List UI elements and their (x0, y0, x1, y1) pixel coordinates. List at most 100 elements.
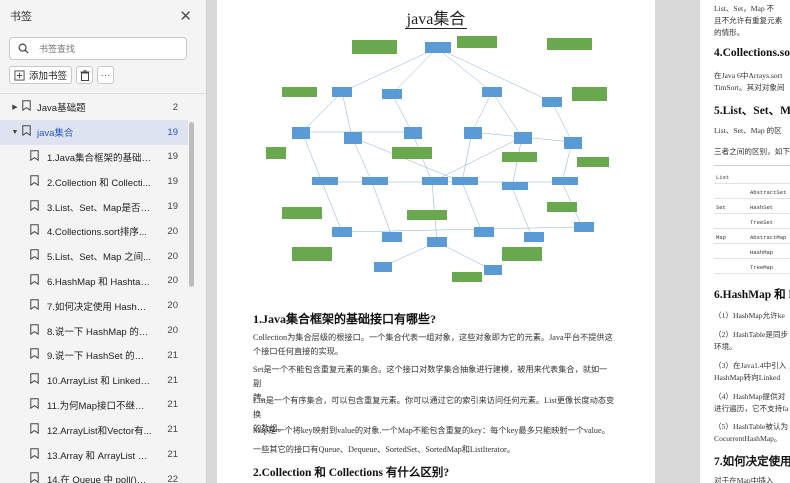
bookmark-label: Java基础题 (37, 103, 86, 115)
table-cell: Set (716, 204, 726, 211)
bookmark-icon (30, 472, 39, 483)
next-document-page: List、Set，Map 不 且不允许有重复元素 的情形。 4.Collecti… (700, 0, 790, 483)
paragraph-line: Set是一个不能包含重复元素的集合。这个接口对数学集合抽象进行建模，被用来代表集… (253, 365, 608, 388)
paragraph: Collection为集合层级的根接口。一个集合代表一组对象，这些对象即为它的元… (253, 331, 615, 359)
page-text: 的情形。 (714, 28, 745, 37)
bookmark-item[interactable]: 10.ArrayList 和 LinkedLi... 21 (0, 368, 188, 393)
bookmark-page-number: 21 (167, 449, 178, 461)
bookmark-item[interactable]: 7.如何决定使用 HashMa... 20 (0, 293, 188, 318)
page-text: （1）HashMap允许ke (714, 311, 785, 320)
expand-right-icon[interactable]: ▶ (10, 103, 20, 111)
bookmark-icon (30, 398, 39, 412)
sidebar-scrollbar-thumb[interactable] (189, 122, 194, 287)
more-options-button[interactable]: ··· (97, 66, 115, 84)
bookmark-label: 10.ArrayList 和 LinkedLi... (47, 376, 152, 388)
page-text: List、Set，Map 不 (714, 4, 775, 13)
table-cell: TreeMap (750, 264, 774, 271)
section-heading: 4.Collections.so (714, 47, 790, 59)
bookmark-label: 12.ArrayList和Vector有... (47, 425, 152, 437)
section-heading-1: 1.Java集合框架的基础接口有哪些? (253, 312, 437, 326)
bookmark-icon (30, 249, 39, 263)
paragraph: 一些其它的接口有Queue、Dequeue、SortedSet、SortedMa… (253, 445, 515, 454)
section-heading: 7.如何决定使用 (714, 456, 790, 468)
page-text: （4）HashMap提供对 (714, 392, 786, 401)
bookmark-item[interactable]: 13.Array 和 ArrayList 有... 21 (0, 442, 188, 467)
bookmark-item[interactable]: 14.在 Queue 中 poll()和... 22 (0, 467, 188, 483)
table-cell: Map (716, 234, 726, 241)
bookmark-page-number: 21 (167, 374, 178, 386)
table-row: TreeMap (714, 260, 790, 274)
table-cell: HashMap (750, 249, 774, 256)
table-cell: AbstractMap (750, 234, 787, 241)
bookmark-item[interactable]: 3.List、Set、Map是否继... 19 (0, 194, 188, 219)
bookmark-icon (30, 348, 39, 362)
page-text: （3）在Java1.4中引入 (714, 361, 787, 370)
table-cell: HashSet (750, 204, 774, 211)
bookmark-icon (30, 199, 39, 214)
bookmark-item[interactable]: 4.Collections.sort排序... 20 (0, 219, 188, 244)
table-row: TreeSet (714, 215, 790, 229)
bookmark-item[interactable]: 5.List、Set、Map 之间... 20 (0, 244, 188, 269)
bookmark-item[interactable]: 12.ArrayList和Vector有... 21 (0, 417, 188, 442)
table-row: Set HashSet (714, 200, 790, 214)
bookmark-toolbar: 添加书签 ··· (9, 66, 206, 84)
table-cell: AbstractSet (750, 189, 787, 196)
page-text: 环境。 (714, 342, 737, 351)
bookmark-page-number: 19 (167, 201, 178, 213)
table-row: List (714, 170, 790, 184)
bookmark-page-number: 20 (167, 300, 178, 312)
collection-class-diagram (266, 36, 609, 282)
page-title-text: java集合 (404, 11, 468, 29)
bookmark-icon (30, 175, 39, 189)
bookmark-item[interactable]: 1.Java集合框架的基础接... 19 (0, 145, 188, 170)
bookmark-item[interactable]: 11.为何Map接口不继承C... 21 (0, 393, 188, 418)
bookmark-icon (30, 323, 39, 338)
search-icon (18, 43, 29, 54)
bookmark-page-number: 20 (167, 225, 178, 237)
page-text: （5）HashTable被认为 (714, 422, 789, 431)
bookmark-icon (30, 373, 39, 387)
bookmark-search-box[interactable] (9, 37, 187, 60)
add-bookmark-button[interactable]: 添加书签 (9, 66, 73, 84)
delete-bookmark-button[interactable] (76, 66, 94, 84)
page-text: 对于在Map中插入 (714, 476, 774, 483)
paragraph-line: 个接口任何直接的实现。 (253, 347, 344, 356)
bookmark-page-number: 20 (167, 325, 178, 337)
more-icon: ··· (100, 69, 111, 81)
bookmark-search-input[interactable] (39, 43, 169, 54)
bookmark-page-number: 19 (167, 126, 178, 138)
section-heading-2: 2.Collection 和 Collections 有什么区别? (253, 467, 450, 479)
table-cell: TreeSet (750, 219, 774, 226)
close-icon[interactable]: ✕ (179, 9, 192, 24)
bookmark-page-number: 20 (167, 275, 178, 287)
table-row: AbstractSet (714, 185, 790, 199)
sidebar-divider (0, 93, 206, 94)
document-page: java集合 1.Java集合框架的基础接口有哪些? Collection为集合… (217, 0, 655, 483)
section-heading: 5.List、Set、M (714, 105, 790, 117)
page-text: TimSort。其对对象间 (714, 83, 785, 92)
bookmark-group[interactable]: ▶ Java基础题 2 (0, 95, 188, 120)
trash-icon (80, 69, 90, 81)
bookmark-icon (30, 274, 39, 288)
bookmark-label: 5.List、Set、Map 之间... (47, 252, 152, 264)
bookmark-group[interactable]: ▼ java集合 19 (0, 119, 188, 145)
page-text: HashMap转向Linked (714, 373, 781, 382)
bookmark-label: java集合 (37, 128, 74, 140)
bookmark-item[interactable]: 2.Collection 和 Collecti... 19 (0, 169, 188, 194)
bookmark-label: 8.说一下 HashMap 的实... (47, 326, 152, 338)
bookmark-item[interactable]: 9.说一下 HashSet 的实... 21 (0, 343, 188, 368)
page-text: List、Set、Map 的区 (714, 126, 782, 135)
comparison-table: List AbstractSet Set HashSet TreeSet Map Abstr… (714, 165, 790, 277)
bookmark-item[interactable]: 8.说一下 HashMap 的实... 20 (0, 318, 188, 343)
bookmark-item[interactable]: 6.HashMap 和 Hashtabl... 20 (0, 269, 188, 294)
bookmark-page-number: 21 (167, 424, 178, 436)
table-row: Map AbstractMap (714, 230, 790, 244)
page-text: （2）HashTable是同步 (714, 330, 789, 339)
bookmark-icon (22, 125, 31, 139)
bookmark-label: 7.如何决定使用 HashMa... (47, 301, 152, 313)
bookmark-list: ▶ Java基础题 2 ▼ java集合 19 1.Java集合框架的基础接... 19 2.C… (0, 95, 188, 483)
bookmark-icon (30, 447, 39, 462)
expand-down-icon[interactable]: ▼ (10, 129, 20, 136)
bookmark-sidebar: 书签 ✕ 添加书签 ··· ▶Java基础题2▼java集合191.Java集合… (0, 0, 207, 483)
bookmark-label: 14.在 Queue 中 poll()和... (47, 475, 152, 483)
